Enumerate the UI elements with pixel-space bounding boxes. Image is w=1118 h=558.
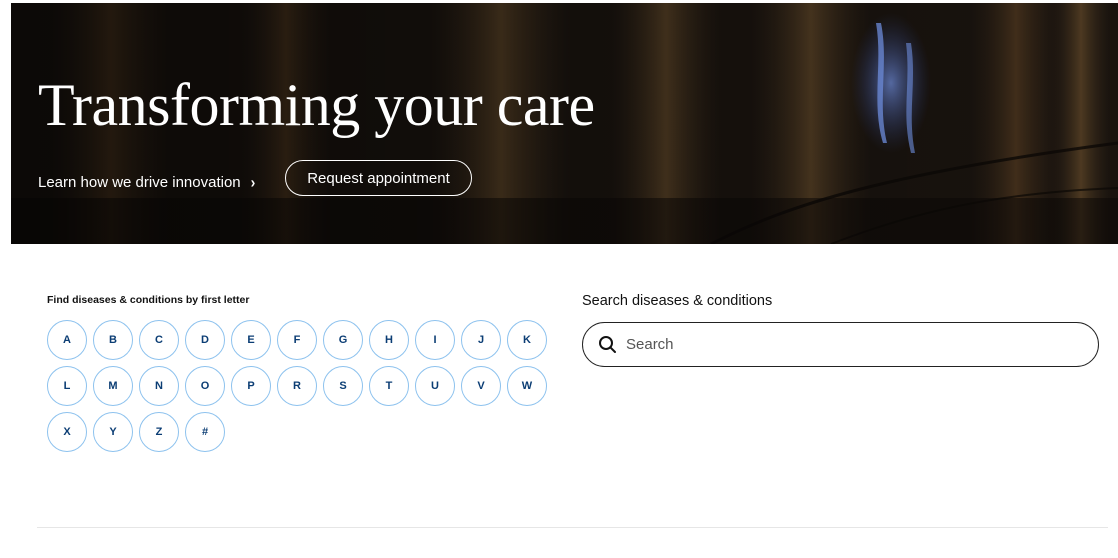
letter-button-a[interactable]: A [47, 320, 87, 360]
learn-innovation-link[interactable]: Learn how we drive innovation › [38, 169, 255, 195]
search-icon [599, 335, 616, 353]
letter-button-o[interactable]: O [185, 366, 225, 406]
letter-button-d[interactable]: D [185, 320, 225, 360]
search-field[interactable] [582, 322, 1099, 367]
letter-index: A B C D E F G H I J K L M N O P R S T U … [47, 320, 557, 452]
search-input[interactable] [626, 336, 1066, 353]
letter-button-i[interactable]: I [415, 320, 455, 360]
letter-button-r[interactable]: R [277, 366, 317, 406]
letter-button-z[interactable]: Z [139, 412, 179, 452]
hero-title: Transforming your care [38, 72, 595, 138]
letter-button-hash[interactable]: # [185, 412, 225, 452]
hero-banner: Transforming your care Learn how we driv… [11, 3, 1118, 244]
letter-button-g[interactable]: G [323, 320, 363, 360]
letter-button-l[interactable]: L [47, 366, 87, 406]
learn-innovation-link-label: Learn how we drive innovation [38, 173, 241, 191]
letter-button-x[interactable]: X [47, 412, 87, 452]
letter-button-j[interactable]: J [461, 320, 501, 360]
letter-button-w[interactable]: W [507, 366, 547, 406]
letter-button-s[interactable]: S [323, 366, 363, 406]
letter-button-c[interactable]: C [139, 320, 179, 360]
letter-button-t[interactable]: T [369, 366, 409, 406]
letter-button-n[interactable]: N [139, 366, 179, 406]
letter-button-h[interactable]: H [369, 320, 409, 360]
section-divider [37, 527, 1108, 528]
letter-button-k[interactable]: K [507, 320, 547, 360]
letters-heading: Find diseases & conditions by first lett… [47, 294, 250, 306]
letter-button-p[interactable]: P [231, 366, 271, 406]
letter-button-m[interactable]: M [93, 366, 133, 406]
page: Transforming your care Learn how we driv… [0, 0, 1118, 558]
letter-button-b[interactable]: B [93, 320, 133, 360]
letter-button-e[interactable]: E [231, 320, 271, 360]
request-appointment-button[interactable]: Request appointment [285, 160, 472, 196]
letter-button-y[interactable]: Y [93, 412, 133, 452]
search-heading: Search diseases & conditions [582, 293, 773, 309]
letter-button-f[interactable]: F [277, 320, 317, 360]
letter-button-v[interactable]: V [461, 366, 501, 406]
chevron-right-icon: › [250, 173, 256, 191]
letter-button-u[interactable]: U [415, 366, 455, 406]
